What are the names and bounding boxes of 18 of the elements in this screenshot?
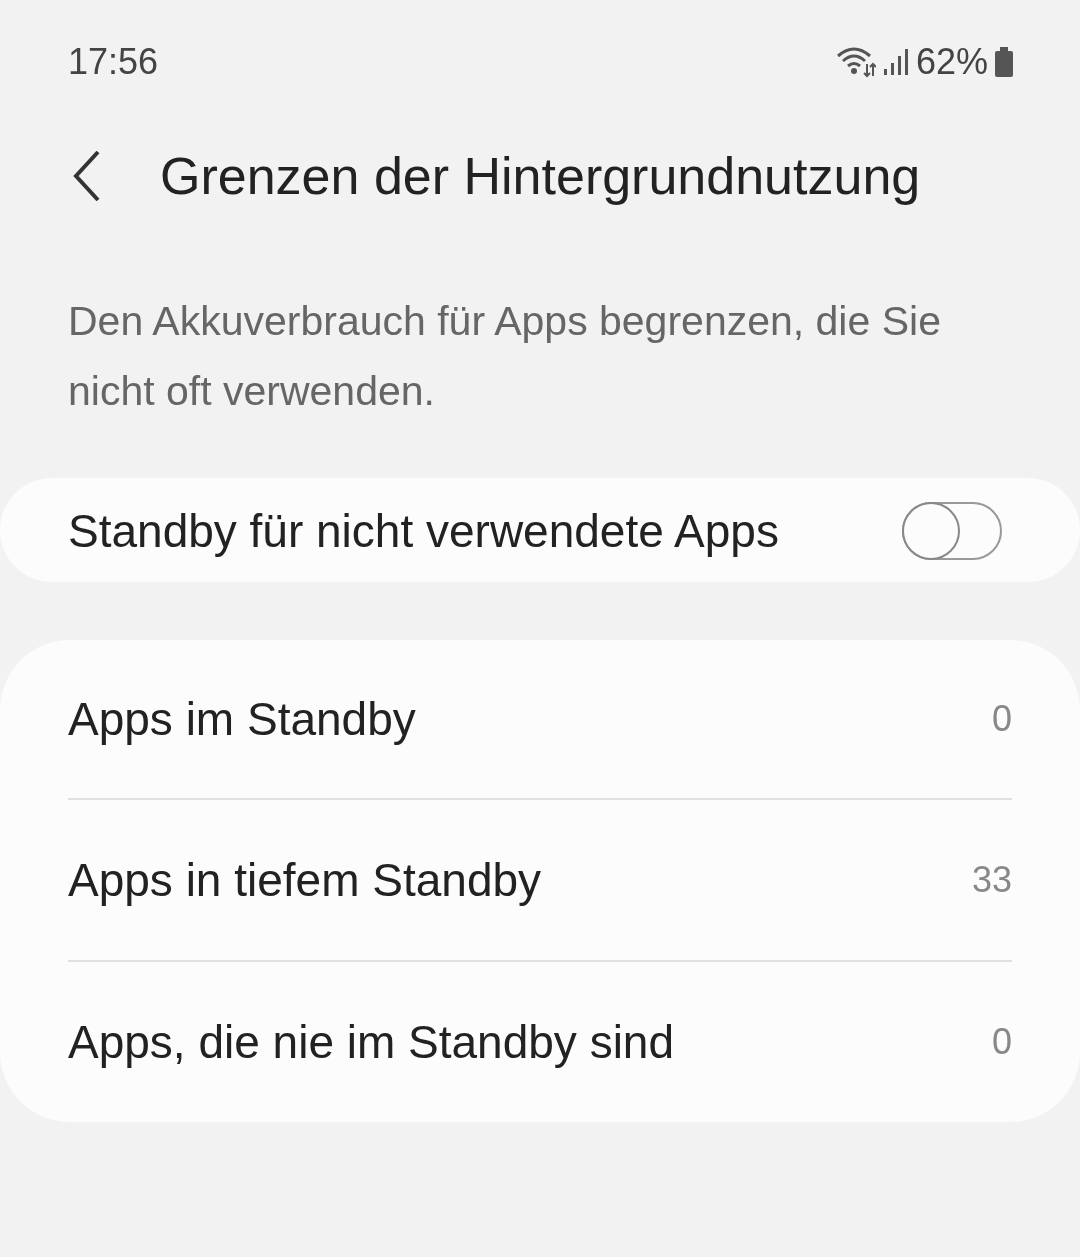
battery-percent: 62% <box>915 41 988 83</box>
page-title: Grenzen der Hintergrundnutzung <box>160 146 921 206</box>
status-time: 17:56 <box>68 41 159 83</box>
item-label: Apps in tiefem Standby <box>68 853 543 907</box>
list-item[interactable]: Apps, die nie im Standby sind 0 <box>68 960 1012 1122</box>
battery-icon <box>994 46 1014 78</box>
item-label: Apps im Standby <box>68 692 417 746</box>
item-count: 0 <box>991 698 1012 740</box>
item-label: Apps, die nie im Standby sind <box>68 1015 676 1069</box>
list-item[interactable]: Apps im Standby 0 <box>68 640 1012 798</box>
list-item[interactable]: Apps in tiefem Standby 33 <box>68 798 1012 960</box>
standby-switch[interactable] <box>902 502 1002 560</box>
description-text: Den Akkuverbrauch für Apps begrenzen, die Sie nicht oft verwenden. <box>67 297 942 416</box>
item-count: 33 <box>971 859 1012 901</box>
item-count: 0 <box>991 1021 1012 1063</box>
wifi-icon <box>835 46 876 78</box>
toggle-label: Standby für nicht verwendete Apps <box>68 504 780 559</box>
signal-icon <box>881 47 910 77</box>
